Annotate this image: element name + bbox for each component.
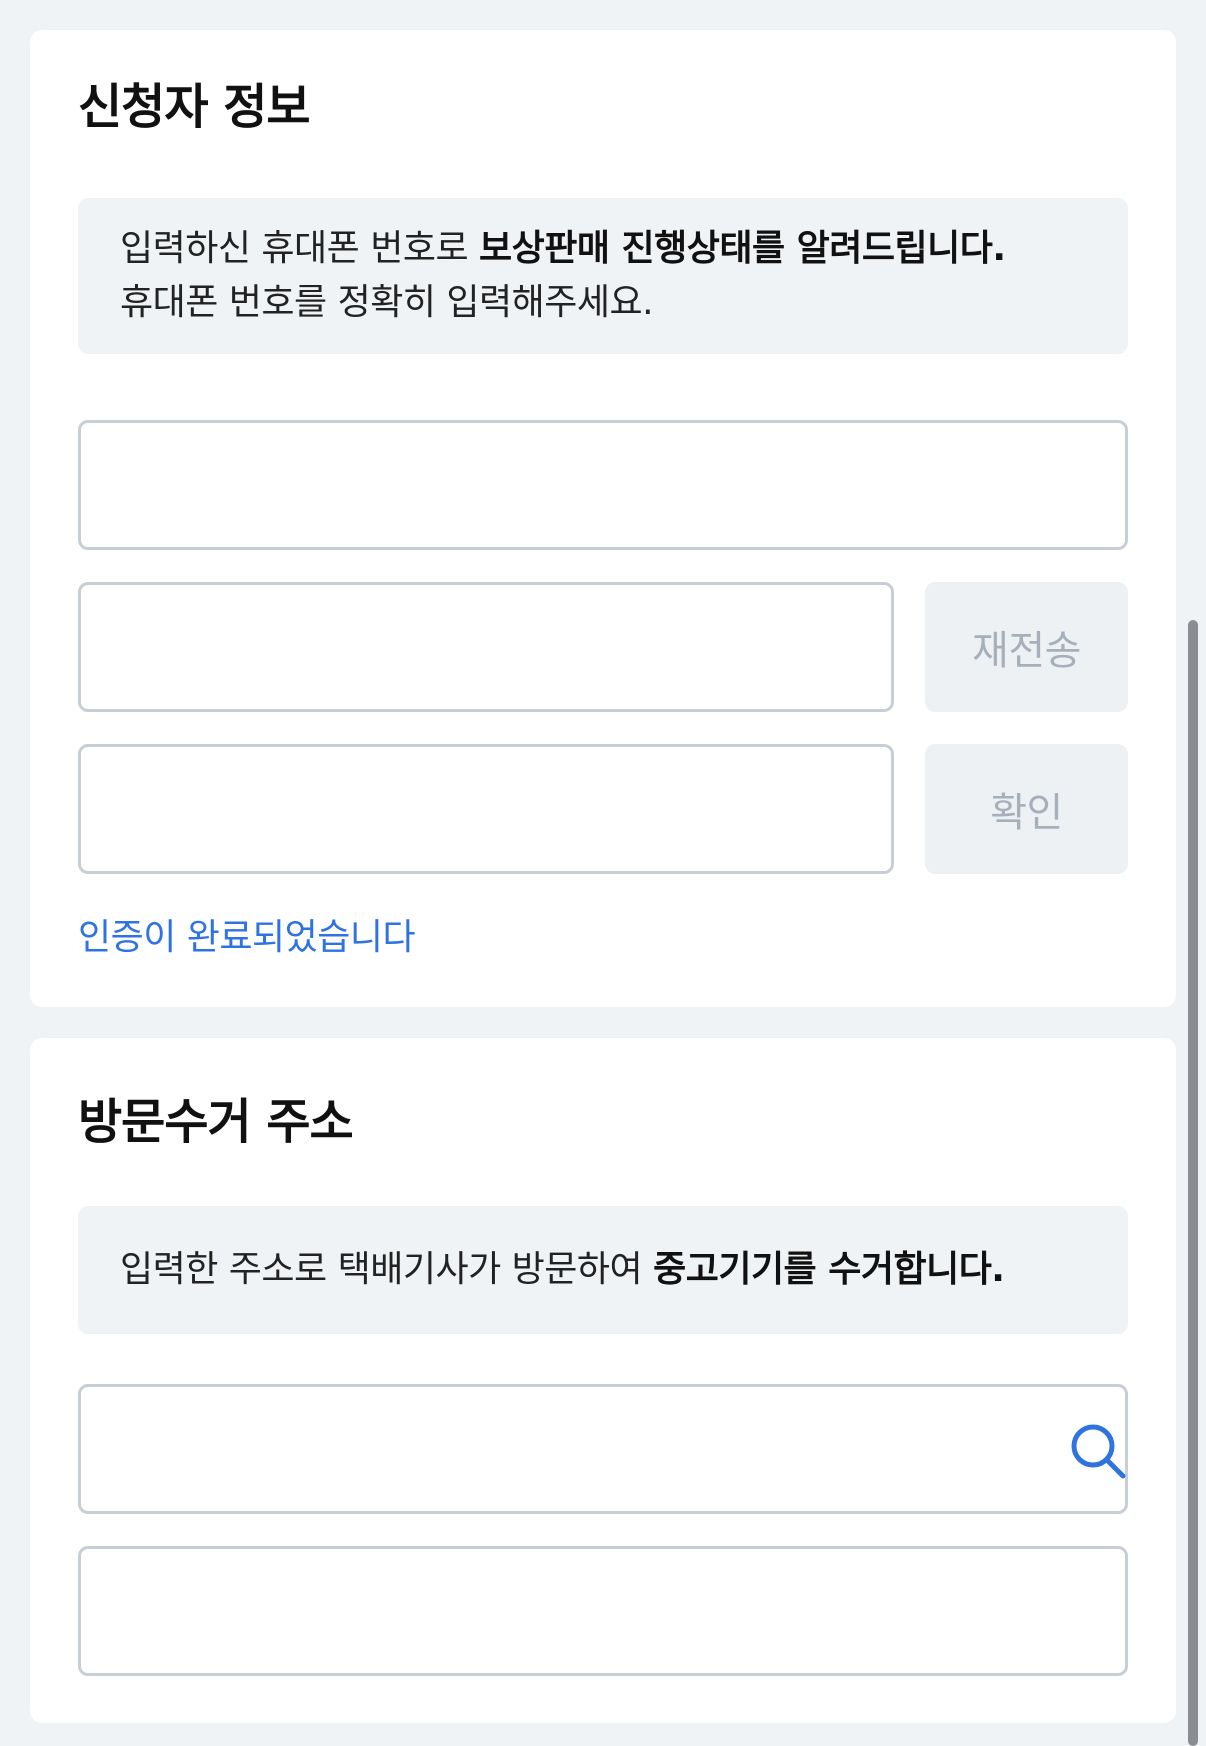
address-notice-bold: 중고기기를 수거합니다. — [653, 1249, 1005, 1290]
notice-line-1-bold: 보상판매 진행상태를 알려드립니다. — [479, 228, 1006, 269]
verification-code-input[interactable] — [78, 582, 894, 712]
address-notice-text: 입력한 주소로 택배기사가 방문하여 — [120, 1249, 654, 1290]
confirm-code-input[interactable] — [78, 744, 894, 874]
pickup-address-card: 방문수거 주소 입력한 주소로 택배기사가 방문하여 중고기기를 수거합니다. — [30, 1038, 1176, 1723]
resend-button[interactable]: 재전송 — [925, 582, 1128, 712]
search-icon[interactable] — [1068, 1421, 1128, 1481]
address-search-input[interactable] — [78, 1384, 1128, 1514]
notice-line-1: 입력하신 휴대폰 번호로 보상판매 진행상태를 알려드립니다. — [120, 222, 1086, 276]
notice-line-2: 휴대폰 번호를 정확히 입력해주세요. — [120, 282, 654, 323]
applicant-info-card: 신청자 정보 입력하신 휴대폰 번호로 보상판매 진행상태를 알려드립니다. 휴… — [30, 30, 1176, 1007]
applicant-info-title: 신청자 정보 — [78, 79, 311, 135]
applicant-notice: 입력하신 휴대폰 번호로 보상판매 진행상태를 알려드립니다. 휴대폰 번호를 … — [78, 198, 1128, 354]
phone-number-input[interactable] — [78, 420, 1128, 550]
confirm-button[interactable]: 확인 — [925, 744, 1128, 874]
address-notice: 입력한 주소로 택배기사가 방문하여 중고기기를 수거합니다. — [78, 1206, 1128, 1334]
scrollbar[interactable] — [1188, 620, 1198, 1746]
pickup-address-title: 방문수거 주소 — [78, 1094, 354, 1150]
verification-status-message: 인증이 완료되었습니다 — [78, 917, 416, 958]
address-detail-input[interactable] — [78, 1546, 1128, 1676]
notice-line-1-text: 입력하신 휴대폰 번호로 — [120, 228, 480, 269]
